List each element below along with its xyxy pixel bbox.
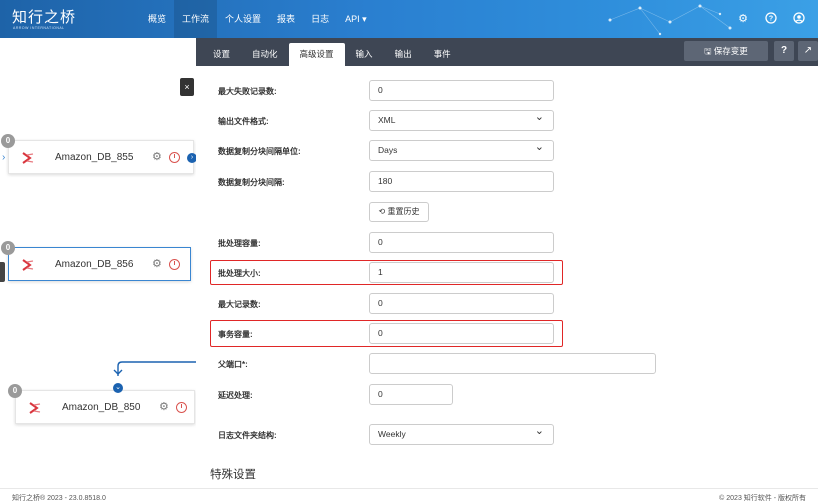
output-port[interactable]: › [187,153,196,163]
top-icons: ⚙ ? [736,11,806,25]
clock-icon[interactable] [169,259,180,270]
label-max-records: 最大记录数: [218,300,261,309]
batch-capacity-input[interactable]: 0 [369,232,554,253]
svg-text:?: ? [769,16,773,23]
label-parent-port: 父端口*: [218,360,248,369]
open-external-button[interactable]: ↗ [798,41,818,61]
network-decoration [608,4,732,36]
node-name: Amazon_DB_855 [55,152,134,163]
reset-history-button[interactable]: ⟲ 重置历史 [369,202,429,222]
label-delay-processing: 延迟处理: [218,391,253,400]
user-icon[interactable] [792,11,806,25]
tab-input[interactable]: 输入 [345,43,384,66]
chevron-right-icon[interactable]: › [2,152,5,163]
nav-item-workflow[interactable]: 工作流 [174,0,218,38]
nav-item-overview[interactable]: 概览 [140,0,174,38]
nav-item-profile[interactable]: 个人设置 [217,0,269,38]
label-transaction-capacity: 事务容量: [218,330,253,339]
footer: 知行之桥® 2023 - 23.0.8518.0 © 2023 知行软件 - 版… [0,488,818,504]
workflow-node[interactable]: Amazon_DB_850 ⚙ [15,390,195,424]
tab-automation[interactable]: 自动化 [241,43,289,66]
close-panel-button[interactable]: × [180,78,194,96]
parent-port-input[interactable] [369,353,656,374]
label-output-file-format: 输出文件格式: [218,117,269,126]
workflow-node[interactable]: Amazon_DB_855 ⚙ › [8,140,196,174]
gear-icon[interactable]: ⚙ [152,259,163,270]
label-max-failed-records: 最大失败记录数: [218,87,277,96]
label-log-folder-structure: 日志文件夹结构: [218,431,277,440]
node-badge: 0 [1,134,15,148]
amazon-db-logo-icon [21,151,35,165]
delay-processing-input[interactable]: 0 [369,384,453,405]
gear-icon[interactable]: ⚙ [159,402,170,413]
batch-size-input[interactable]: 1 [369,262,554,283]
gear-icon[interactable]: ⚙ [736,11,750,25]
input-port[interactable]: ⌄ [113,383,123,393]
connector-line [113,361,196,376]
max-records-input[interactable]: 0 [369,293,554,314]
nav-item-logs[interactable]: 日志 [303,0,337,38]
tab-events[interactable]: 事件 [423,43,462,66]
tab-bar: 设置 自动化 高级设置 输入 输出 事件 🖫 保存变更 ? ↗ [196,38,818,66]
help-button[interactable]: ? [774,41,794,61]
label-batch-capacity: 批处理容量: [218,239,261,248]
label-chunk-interval: 数据复制分块间隔: [218,178,285,187]
tab-settings[interactable]: 设置 [202,43,241,66]
footer-copyright: © 2023 知行软件 - 版权所有 [719,495,806,502]
node-badge: 0 [1,241,15,255]
clock-icon[interactable] [176,402,187,413]
nav-item-reports[interactable]: 报表 [269,0,303,38]
app-logo[interactable]: 知行之桥 [12,6,76,27]
workflow-node-selected[interactable]: Amazon_DB_856 ⚙ [8,247,191,281]
help-icon[interactable]: ? [764,11,778,25]
output-file-format-select[interactable]: XML [369,108,554,131]
max-failed-records-input[interactable]: 0 [369,80,554,101]
settings-panel: 设置 自动化 高级设置 输入 输出 事件 🖫 保存变更 ? ↗ 最大失败记录数:… [196,38,818,488]
collapse-handle[interactable] [0,262,5,282]
chunk-interval-unit-select[interactable]: Days [369,138,554,161]
chunk-interval-input[interactable]: 180 [369,171,554,192]
gear-icon[interactable]: ⚙ [152,152,163,163]
tab-advanced-settings[interactable]: 高级设置 [288,43,345,66]
save-changes-button[interactable]: 🖫 保存变更 [684,41,768,61]
tabs: 设置 自动化 高级设置 输入 输出 事件 [202,43,462,66]
label-chunk-interval-unit: 数据复制分块间隔单位: [218,147,301,156]
tab-output[interactable]: 输出 [384,43,423,66]
label-batch-size: 批处理大小: [218,269,261,278]
nav-item-api[interactable]: API ▾ [337,0,375,38]
transaction-capacity-input[interactable]: 0 [369,323,554,344]
node-name: Amazon_DB_850 [62,402,141,413]
node-badge: 0 [8,384,22,398]
main-nav: 概览 工作流 个人设置 报表 日志 API ▾ [140,0,375,38]
node-name: Amazon_DB_856 [55,259,134,270]
app-logo-subtitle: ARROW INTERNATIONAL [13,26,65,30]
section-title-special-settings: 特殊设置 [210,469,256,481]
amazon-db-logo-icon [21,258,35,272]
clock-icon[interactable] [169,152,180,163]
footer-version: 知行之桥® 2023 - 23.0.8518.0 [12,495,106,502]
amazon-db-logo-icon [28,401,42,415]
top-bar: 知行之桥 ARROW INTERNATIONAL 概览 工作流 个人设置 报表 … [0,0,818,38]
workflow-canvas[interactable]: × Amazon_DB_855 ⚙ › 0 › Amazon_DB_856 ⚙ … [0,38,196,488]
log-folder-structure-select[interactable]: Weekly [369,422,554,445]
